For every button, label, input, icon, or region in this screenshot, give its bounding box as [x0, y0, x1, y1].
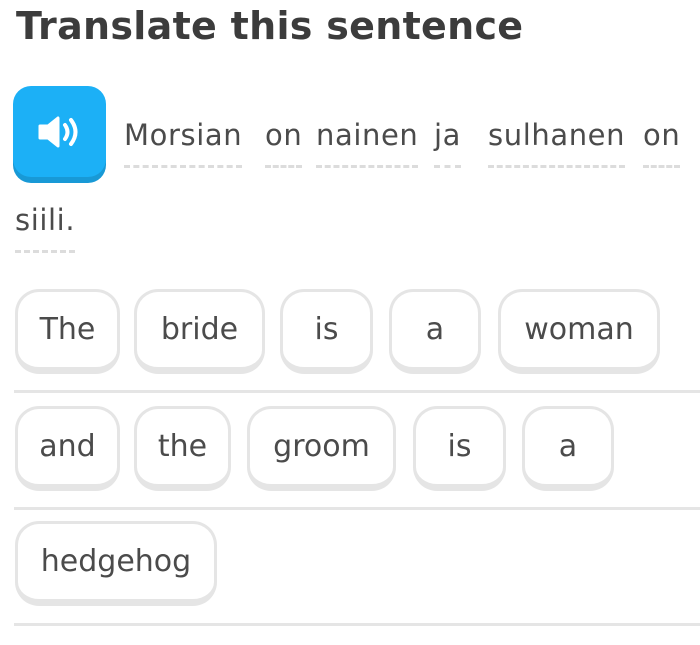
- word-tile[interactable]: is: [413, 406, 506, 491]
- answer-line: [14, 390, 700, 393]
- word-tile[interactable]: and: [15, 406, 120, 491]
- word-tile[interactable]: bride: [134, 289, 265, 374]
- prompt-word[interactable]: on: [265, 121, 303, 168]
- prompt-word[interactable]: sulhanen: [488, 121, 626, 168]
- word-tile[interactable]: hedgehog: [15, 521, 217, 606]
- speaker-button[interactable]: [13, 86, 106, 177]
- answer-line: [14, 507, 700, 510]
- word-tile[interactable]: a: [522, 406, 614, 491]
- answer-line: [14, 623, 700, 626]
- word-tile[interactable]: the: [134, 406, 231, 491]
- word-tile[interactable]: groom: [247, 406, 396, 491]
- page-title: Translate this sentence: [16, 4, 524, 48]
- prompt-word[interactable]: nainen: [316, 121, 419, 168]
- speaker-icon: [38, 116, 77, 147]
- word-tile[interactable]: The: [15, 289, 120, 374]
- word-tile[interactable]: is: [280, 289, 373, 374]
- word-tile[interactable]: a: [389, 289, 481, 374]
- word-tile[interactable]: woman: [498, 289, 660, 374]
- prompt-word[interactable]: on: [643, 121, 681, 168]
- prompt-word[interactable]: siili.: [15, 206, 76, 253]
- prompt-word[interactable]: Morsian: [124, 121, 243, 168]
- prompt-word[interactable]: ja: [434, 121, 462, 168]
